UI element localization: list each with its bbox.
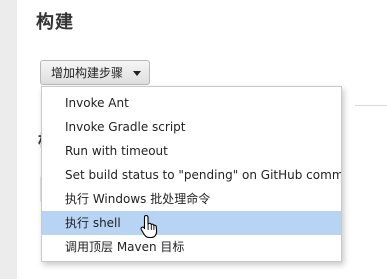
menu-item-run-with-timeout[interactable]: Run with timeout bbox=[42, 139, 341, 163]
caret-down-icon bbox=[133, 71, 141, 76]
add-build-step-button[interactable]: 增加构建步骤 bbox=[40, 60, 150, 85]
add-build-step-label: 增加构建步骤 bbox=[51, 66, 124, 80]
section-title: 构建 bbox=[36, 12, 74, 33]
menu-item-windows-batch-command[interactable]: 执行 Windows 批处理命令 bbox=[42, 187, 341, 211]
left-gutter bbox=[0, 0, 17, 279]
menu-item-invoke-gradle-script[interactable]: Invoke Gradle script bbox=[42, 115, 341, 139]
menu-item-execute-shell[interactable]: 执行 shell bbox=[42, 211, 341, 235]
menu-item-invoke-maven-targets[interactable]: 调用顶层 Maven 目标 bbox=[42, 235, 341, 259]
section-divider bbox=[355, 105, 387, 106]
build-step-dropdown-menu: Invoke Ant Invoke Gradle script Run with… bbox=[41, 86, 342, 262]
menu-item-invoke-ant[interactable]: Invoke Ant bbox=[42, 91, 341, 115]
menu-item-set-github-pending-status[interactable]: Set build status to "pending" on GitHub … bbox=[42, 163, 341, 187]
